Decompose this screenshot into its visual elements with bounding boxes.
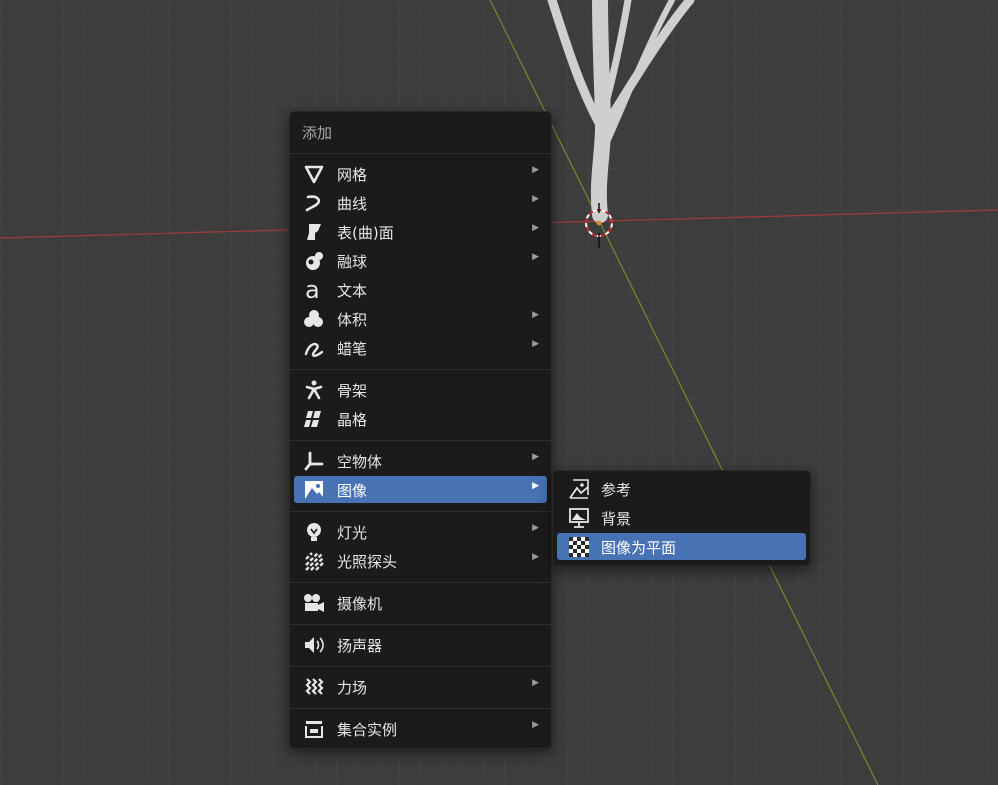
menu-item-light-probe[interactable]: 光照探头 ▶ (294, 547, 547, 574)
light-probe-icon (303, 550, 325, 572)
text-icon: a (303, 279, 325, 301)
grease-pencil-icon (303, 337, 325, 359)
menu-separator (290, 666, 551, 667)
lattice-icon (303, 408, 325, 430)
svg-text:a: a (305, 279, 320, 301)
curve-icon (303, 192, 325, 214)
submenu-item-reference[interactable]: 参考 (557, 475, 806, 502)
menu-item-speaker[interactable]: 扬声器 (294, 631, 547, 658)
armature-icon (303, 379, 325, 401)
menu-separator (290, 624, 551, 625)
submenu-item-image-as-plane[interactable]: 图像为平面 (557, 533, 806, 560)
collection-instance-icon (303, 718, 325, 740)
submenu-arrow-icon: ▶ (532, 194, 539, 204)
menu-separator (290, 153, 551, 154)
menu-item-metaball[interactable]: 融球 ▶ (294, 247, 547, 274)
menu-separator (290, 440, 551, 441)
menu-item-light[interactable]: 灯光 ▶ (294, 518, 547, 545)
menu-item-empty[interactable]: 空物体 ▶ (294, 447, 547, 474)
image-icon (303, 479, 325, 501)
surface-icon (303, 221, 325, 243)
menu-item-camera[interactable]: 摄像机 (294, 589, 547, 616)
submenu-arrow-icon: ▶ (532, 720, 539, 730)
submenu-arrow-icon: ▶ (532, 165, 539, 175)
add-menu: 添加 网格 ▶ 曲线 ▶ 表(曲)面 ▶ 融球 ▶ a 文本 体积 ▶ 蜡笔 ▶… (289, 111, 552, 749)
volume-icon (303, 308, 325, 330)
submenu-arrow-icon: ▶ (532, 310, 539, 320)
submenu-arrow-icon: ▶ (532, 523, 539, 533)
empty-icon (303, 450, 325, 472)
menu-title: 添加 (302, 124, 333, 142)
menu-item-image[interactable]: 图像 ▶ (294, 476, 547, 503)
menu-item-lattice[interactable]: 晶格 (294, 405, 547, 432)
menu-item-force-field[interactable]: 力场 ▶ (294, 673, 547, 700)
camera-icon (303, 592, 325, 614)
speaker-icon (303, 634, 325, 656)
submenu-arrow-icon: ▶ (532, 678, 539, 688)
menu-item-curve[interactable]: 曲线 ▶ (294, 189, 547, 216)
menu-item-collection-instance[interactable]: 集合实例 ▶ (294, 715, 547, 742)
mesh-icon (303, 163, 325, 185)
menu-item-grease-pencil[interactable]: 蜡笔 ▶ (294, 334, 547, 361)
menu-item-armature[interactable]: 骨架 (294, 376, 547, 403)
menu-separator (290, 582, 551, 583)
submenu-item-background[interactable]: 背景 (557, 504, 806, 531)
force-field-icon (303, 676, 325, 698)
submenu-arrow-icon: ▶ (532, 252, 539, 262)
menu-separator (290, 708, 551, 709)
menu-item-mesh[interactable]: 网格 ▶ (294, 160, 547, 187)
menu-item-text[interactable]: a 文本 (294, 276, 547, 303)
image-reference-icon (568, 478, 590, 500)
image-plane-icon (568, 536, 590, 558)
light-icon (303, 521, 325, 543)
submenu-arrow-icon: ▶ (532, 552, 539, 562)
menu-item-surface[interactable]: 表(曲)面 ▶ (294, 218, 547, 245)
submenu-arrow-icon: ▶ (532, 223, 539, 233)
submenu-arrow-icon: ▶ (532, 481, 539, 491)
image-background-icon (568, 507, 590, 529)
submenu-arrow-icon: ▶ (532, 339, 539, 349)
image-submenu: 参考 背景 图像为平面 (552, 470, 811, 566)
menu-separator (290, 511, 551, 512)
submenu-arrow-icon: ▶ (532, 452, 539, 462)
menu-item-volume[interactable]: 体积 ▶ (294, 305, 547, 332)
menu-separator (290, 369, 551, 370)
metaball-icon (303, 250, 325, 272)
